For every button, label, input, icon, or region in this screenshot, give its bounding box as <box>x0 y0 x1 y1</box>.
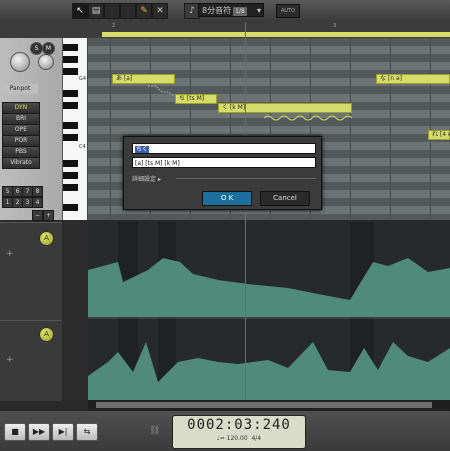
plus-button[interactable]: + <box>43 210 54 221</box>
lane-a-button[interactable]: A <box>39 231 54 246</box>
fast-forward-button[interactable]: ▶▶ <box>28 423 50 441</box>
eraser-tool-icon[interactable]: ✕ <box>152 3 168 19</box>
note-length-select[interactable]: 8分音符 1/8 ▾ <box>198 3 264 17</box>
key-label-g4: G4 <box>79 76 87 82</box>
link-icon[interactable]: ⛓ <box>149 426 160 436</box>
horizontal-scrollbar[interactable] <box>88 400 450 410</box>
cancel-button[interactable]: Cancel <box>260 191 310 206</box>
black-key[interactable] <box>63 56 78 63</box>
ruler[interactable]: 2 3 <box>88 22 450 39</box>
add-icon[interactable]: + <box>6 249 14 259</box>
black-key[interactable] <box>63 68 78 75</box>
vibrato-line <box>264 115 353 121</box>
black-key[interactable] <box>63 134 78 141</box>
loop-bar[interactable] <box>102 32 450 37</box>
key-label-c4: C4 <box>79 144 86 150</box>
black-key[interactable] <box>63 160 78 167</box>
line-tool-icon[interactable] <box>120 3 136 19</box>
note-block[interactable]: ち [ts M] <box>175 94 217 104</box>
marquee-tool-icon[interactable] <box>104 3 120 19</box>
ok-button[interactable]: O K <box>202 191 252 206</box>
piano-keyboard[interactable]: G4 C4 <box>63 38 88 220</box>
lyric-input[interactable]: ちく <box>132 143 316 154</box>
note-block[interactable]: あ [a] <box>112 74 175 84</box>
mute-button[interactable]: M <box>42 42 55 55</box>
chevron-down-icon: ▾ <box>256 6 261 15</box>
param-lane-header-2: A + <box>0 320 62 401</box>
time-readout: 0002:03:240 <box>187 417 291 433</box>
note-block[interactable]: れ [4 e] <box>428 130 450 140</box>
toolbar: ↖ ▤ ✎ ✕ ♪ 8分音符 1/8 ▾ AUTO <box>0 0 450 23</box>
black-key[interactable] <box>63 122 78 129</box>
note-block[interactable]: く [k M] <box>218 103 352 113</box>
minus-button[interactable]: − <box>32 210 43 221</box>
divider <box>176 178 316 179</box>
black-key[interactable] <box>63 204 78 211</box>
black-key[interactable] <box>63 102 78 109</box>
black-key[interactable] <box>63 44 78 51</box>
panpot-label: Panpot <box>2 84 38 94</box>
black-key[interactable] <box>63 184 78 191</box>
note-length-option: 1/8 <box>233 7 247 16</box>
tempo-readout: ♩= 120.00 4/4 <box>216 435 262 442</box>
param-scale <box>62 222 88 400</box>
details-label: 詳細設定 <box>132 176 157 183</box>
param-lane-header-1: A + <box>0 222 62 320</box>
add-icon[interactable]: + <box>6 355 14 365</box>
details-toggle[interactable]: 詳細設定 ▸ <box>132 174 161 183</box>
note-length-value: 8分音符 <box>202 6 232 15</box>
scroll-thumb[interactable] <box>96 402 432 408</box>
parameter-graph[interactable] <box>88 222 450 400</box>
lane-a-button[interactable]: A <box>39 327 54 342</box>
time-display: ⛓ 0002:03:240 ♩= 120.00 4/4 <box>149 415 306 449</box>
pointer-tool-icon[interactable]: ↖ <box>72 3 88 19</box>
lyric-edit-dialog: ちく [a] [ts M] [k M] 詳細設定 ▸ O K Cancel <box>123 136 322 210</box>
pencil-tool-icon[interactable]: ✎ <box>136 3 152 19</box>
number-button-4[interactable]: 4 <box>32 197 43 208</box>
volume-knob[interactable] <box>38 54 54 70</box>
parameter-editor[interactable] <box>88 222 450 400</box>
note-block[interactable]: な [n a] <box>376 74 450 84</box>
param-vibrato-button[interactable]: Vibrato <box>2 157 40 169</box>
stop-button[interactable]: ■ <box>4 423 26 441</box>
ruler-mark: 3 <box>333 23 337 29</box>
skip-end-button[interactable]: ▶| <box>52 423 74 441</box>
transport-bar: ■ ▶▶ ▶| ⇆ ⛓ 0002:03:240 ♩= 120.00 4/4 <box>0 410 450 451</box>
number-button-8[interactable]: 8 <box>32 186 43 197</box>
phoneme-input[interactable]: [a] [ts M] [k M] <box>132 157 316 168</box>
black-key[interactable] <box>63 90 78 97</box>
triangle-right-icon: ▸ <box>157 176 161 183</box>
track-panel: S M Panpot DYN BRI OPE POR PBS Vibrato 5… <box>0 38 63 221</box>
ruler-mark: 2 <box>112 23 116 29</box>
auto-button[interactable]: AUTO <box>276 4 300 18</box>
pan-knob[interactable] <box>10 52 30 72</box>
loop-button[interactable]: ⇆ <box>76 423 98 441</box>
left-header <box>0 22 88 38</box>
black-key[interactable] <box>63 172 78 179</box>
playhead[interactable] <box>245 22 246 400</box>
select-tool-icon[interactable]: ▤ <box>88 3 104 19</box>
